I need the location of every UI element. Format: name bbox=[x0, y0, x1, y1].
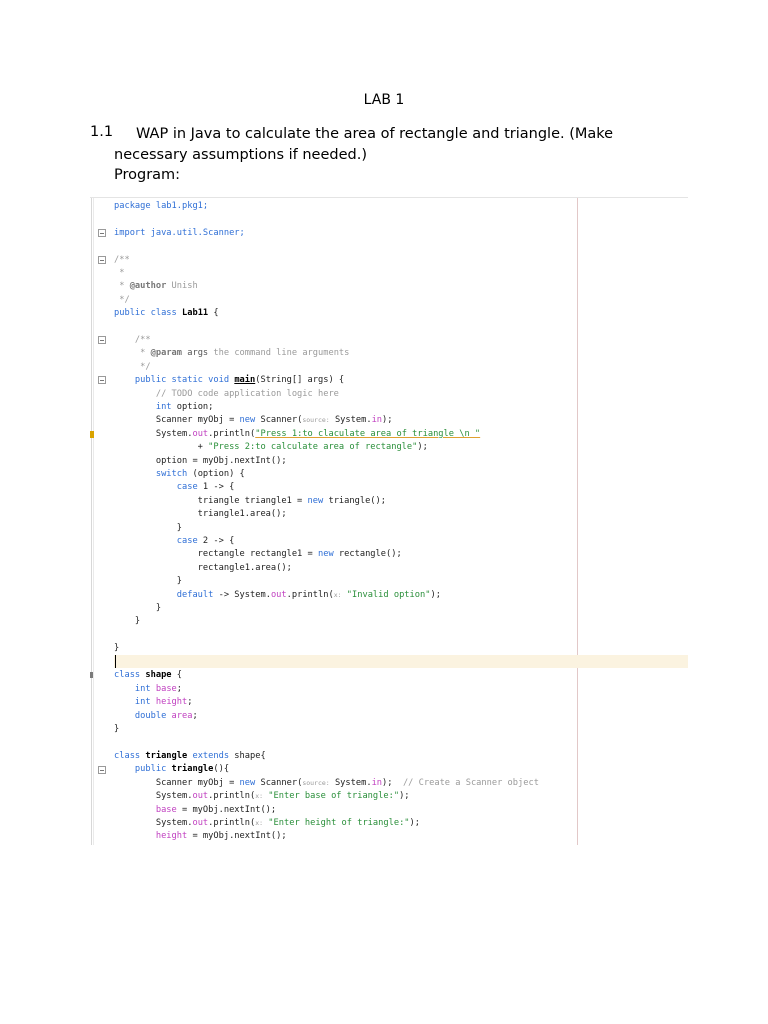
code-line: System.out.println("Press 1:to claculate… bbox=[114, 429, 481, 439]
fold-toggle-icon bbox=[98, 229, 106, 237]
code-line: + "Press 2:to calculate area of rectangl… bbox=[114, 442, 428, 452]
right-margin-guide bbox=[577, 198, 578, 845]
code-line: * bbox=[114, 268, 125, 278]
code-line: import java.util.Scanner; bbox=[114, 228, 245, 238]
code-line: class shape { bbox=[114, 670, 183, 680]
text-caret bbox=[115, 655, 116, 668]
program-label: Program: bbox=[114, 167, 181, 183]
warning-hint-icon bbox=[90, 431, 94, 438]
code-line: option = myObj.nextInt(); bbox=[114, 456, 287, 466]
code-line: */ bbox=[114, 362, 151, 372]
code-line: rectangle1.area(); bbox=[114, 563, 292, 573]
code-line: */ bbox=[114, 295, 130, 305]
code-editor-screenshot: package lab1.pkg1; import java.util.Scan… bbox=[90, 197, 688, 845]
code-line: // TODO code application logic here bbox=[114, 389, 339, 399]
code-line: } bbox=[114, 616, 141, 626]
code-line: case 2 -> { bbox=[114, 536, 235, 546]
question-text-line-2: necessary assumptions if needed.) bbox=[114, 147, 367, 163]
gutter-border bbox=[91, 198, 92, 845]
code-line: int option; bbox=[114, 402, 214, 412]
code-line: base = myObj.nextInt(); bbox=[155, 805, 277, 815]
code-line: * @param args the command line arguments bbox=[114, 348, 350, 358]
code-line: class triangle extends shape{ bbox=[114, 751, 266, 761]
code-line: switch (option) { bbox=[114, 469, 245, 479]
question-text-line-1: WAP in Java to calculate the area of rec… bbox=[136, 126, 614, 142]
code-line: } bbox=[114, 603, 162, 613]
current-line-highlight bbox=[114, 655, 688, 668]
code-line: /** bbox=[114, 335, 151, 345]
question-number: 1.1 bbox=[90, 124, 114, 140]
code-line: System.out.println(x: "Enter base of tri… bbox=[114, 791, 410, 801]
code-line: default -> System.out.println(x: "Invali… bbox=[114, 590, 441, 600]
code-line: triangle1.area(); bbox=[114, 509, 287, 519]
code-line: Scanner myObj = new Scanner(source: Syst… bbox=[114, 778, 539, 788]
code-line: public triangle(){ bbox=[114, 764, 230, 774]
code-line: public static void main(String[] args) { bbox=[114, 375, 345, 385]
fold-toggle-icon bbox=[98, 336, 106, 344]
code-line: case 1 -> { bbox=[114, 482, 235, 492]
code-line: /** bbox=[114, 255, 130, 265]
code-line: package lab1.pkg1; bbox=[114, 201, 209, 211]
code-line: int base; bbox=[114, 684, 183, 694]
code-line: } bbox=[114, 576, 182, 586]
fold-toggle-icon bbox=[98, 256, 106, 264]
gutter-marker-icon bbox=[90, 672, 93, 678]
code-line: double area; bbox=[114, 711, 198, 721]
code-line: Scanner myObj = new Scanner(source: Syst… bbox=[114, 415, 393, 425]
gutter-border-inner bbox=[93, 198, 94, 845]
fold-toggle-icon bbox=[98, 376, 106, 384]
code-line: height = myObj.nextInt(); bbox=[155, 831, 287, 841]
code-line: triangle triangle1 = new triangle(); bbox=[114, 496, 386, 506]
code-line: public class Lab11 { bbox=[114, 308, 219, 318]
code-line: rectangle rectangle1 = new rectangle(); bbox=[114, 549, 402, 559]
code-line: System.out.println(x: "Enter height of t… bbox=[114, 818, 420, 828]
fold-toggle-icon bbox=[98, 766, 106, 774]
code-line: } bbox=[114, 523, 182, 533]
code-line: * @author Unish bbox=[114, 281, 198, 291]
code-line: } bbox=[114, 643, 120, 653]
code-line: int height; bbox=[114, 697, 193, 707]
code-line: } bbox=[114, 724, 120, 734]
lab-title: LAB 1 bbox=[363, 92, 405, 108]
